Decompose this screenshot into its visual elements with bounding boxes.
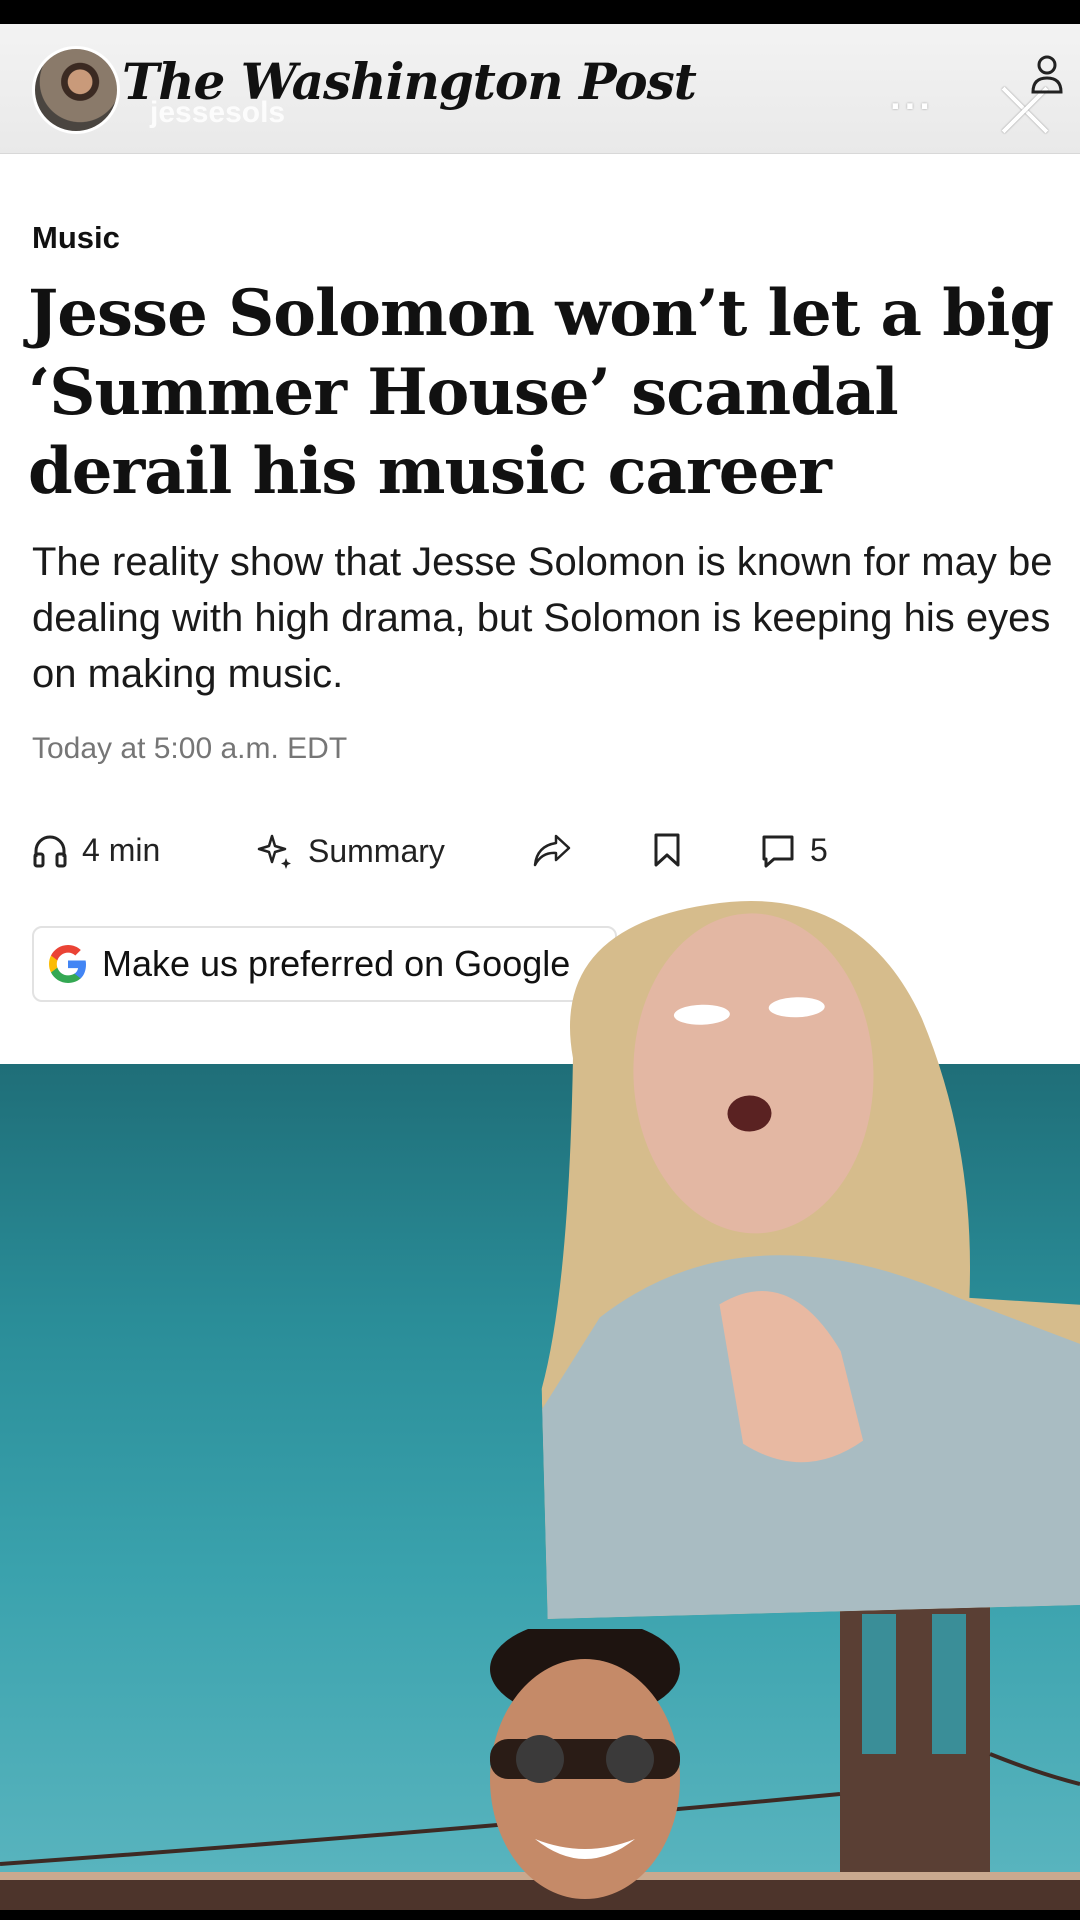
share-icon bbox=[533, 834, 571, 867]
sparkle-icon bbox=[257, 834, 291, 869]
comments-button[interactable]: 5 bbox=[760, 832, 828, 869]
story-username[interactable]: jessesols bbox=[150, 96, 285, 130]
listen-button[interactable]: 4 min bbox=[32, 832, 160, 869]
bookmark-button[interactable] bbox=[652, 832, 682, 868]
listen-duration: 4 min bbox=[82, 832, 161, 868]
more-options-button[interactable]: ··· bbox=[890, 86, 934, 129]
comment-icon bbox=[762, 835, 794, 867]
masthead: The Washington Post jessesols ··· bbox=[0, 24, 1080, 154]
summary-button[interactable]: Summary bbox=[256, 832, 445, 870]
reaction-person-overlay bbox=[541, 901, 1080, 1619]
article-actions: 4 min Summary 5 bbox=[32, 832, 1032, 882]
google-button-label: Make us preferred on Google bbox=[102, 943, 571, 984]
profile-icon[interactable] bbox=[1030, 54, 1064, 94]
section-label[interactable]: Music bbox=[32, 220, 120, 256]
article-dek: The reality show that Jesse Solomon is k… bbox=[32, 540, 1053, 696]
bookmark-icon bbox=[654, 833, 680, 867]
share-button[interactable] bbox=[532, 832, 572, 868]
story-frame: The Washington Post jessesols ··· Music … bbox=[0, 24, 1080, 1910]
article-dateline: Today at 5:00 a.m. EDT bbox=[32, 732, 348, 765]
user-avatar[interactable] bbox=[32, 46, 120, 134]
headphones-icon bbox=[33, 835, 67, 867]
summary-label: Summary bbox=[308, 832, 445, 869]
comment-count: 5 bbox=[810, 832, 828, 868]
google-g-icon bbox=[49, 945, 86, 983]
man-photo bbox=[490, 1629, 680, 1899]
article-headline: Jesse Solomon won’t let a big ‘Summer Ho… bbox=[28, 276, 1054, 509]
